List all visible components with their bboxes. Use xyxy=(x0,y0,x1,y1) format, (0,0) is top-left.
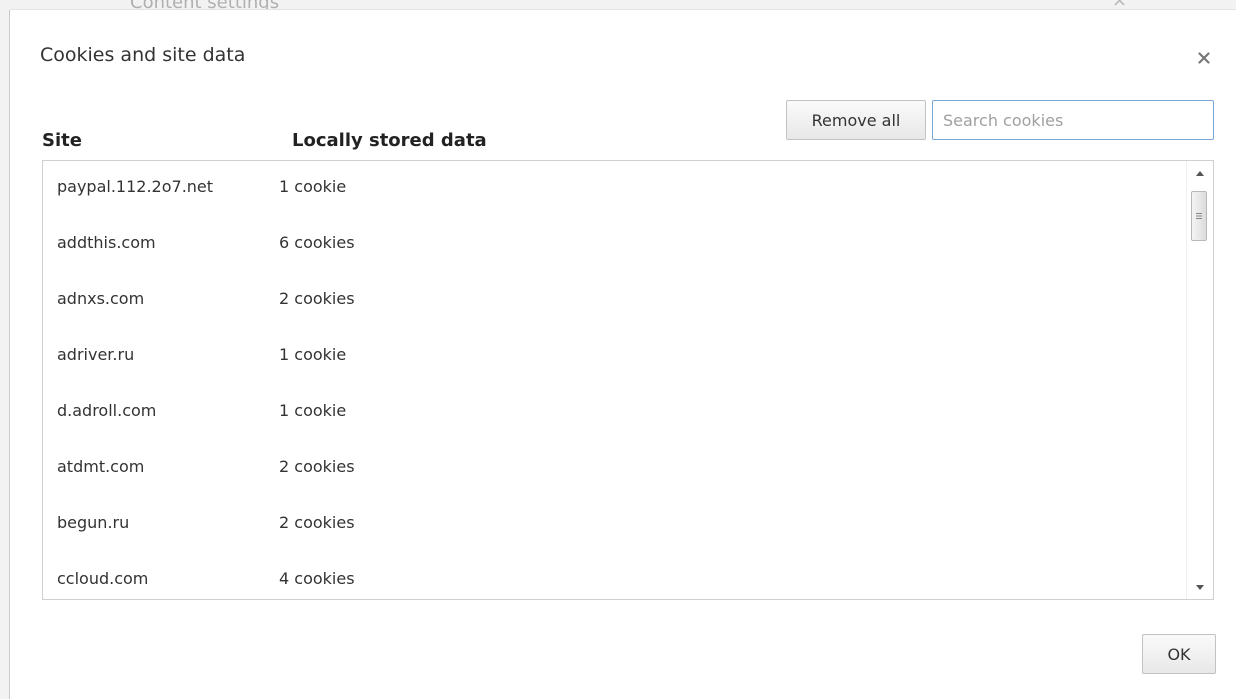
site-cell: atdmt.com xyxy=(57,457,145,476)
site-cell: begun.ru xyxy=(57,513,130,532)
cookie-list[interactable]: paypal.112.2o7.net 1 cookie addthis.com … xyxy=(42,160,1214,600)
stored-data-cell: 1 cookie xyxy=(279,177,347,196)
close-icon-glyph xyxy=(1198,52,1210,64)
cookie-row[interactable]: ccloud.com 4 cookies xyxy=(43,553,1183,599)
cookie-row[interactable]: paypal.112.2o7.net 1 cookie xyxy=(43,161,1183,217)
cookie-row[interactable]: adnxs.com 2 cookies xyxy=(43,273,1183,329)
remove-all-button[interactable]: Remove all xyxy=(786,100,926,140)
site-cell: paypal.112.2o7.net xyxy=(57,177,214,196)
site-cell: d.adroll.com xyxy=(57,401,157,420)
stored-data-cell: 1 cookie xyxy=(279,345,347,364)
cookie-row[interactable]: d.adroll.com 1 cookie xyxy=(43,385,1183,441)
cookie-row[interactable]: atdmt.com 2 cookies xyxy=(43,441,1183,497)
column-header-site: Site xyxy=(42,130,82,151)
site-cell: ccloud.com xyxy=(57,569,149,588)
triangle-up-icon xyxy=(1196,170,1204,176)
column-header-locally-stored-data: Locally stored data xyxy=(292,130,487,151)
scroll-up-arrow-icon[interactable] xyxy=(1187,163,1213,183)
stored-data-cell: 2 cookies xyxy=(279,457,355,476)
vertical-scrollbar[interactable] xyxy=(1186,161,1213,599)
scrollbar-thumb[interactable] xyxy=(1191,191,1207,241)
triangle-down-icon xyxy=(1196,584,1204,590)
stored-data-cell: 2 cookies xyxy=(279,513,355,532)
stored-data-cell: 1 cookie xyxy=(279,401,347,420)
stored-data-cell: 6 cookies xyxy=(279,233,355,252)
stored-data-cell: 4 cookies xyxy=(279,569,355,588)
site-cell: adriver.ru xyxy=(57,345,135,364)
stored-data-cell: 2 cookies xyxy=(279,289,355,308)
site-cell: addthis.com xyxy=(57,233,156,252)
cookie-row[interactable]: begun.ru 2 cookies xyxy=(43,497,1183,553)
search-cookies-input[interactable] xyxy=(932,100,1214,140)
scroll-down-arrow-icon[interactable] xyxy=(1187,577,1213,597)
cookie-row[interactable]: addthis.com 6 cookies xyxy=(43,217,1183,273)
ok-button[interactable]: OK xyxy=(1142,634,1216,674)
site-cell: adnxs.com xyxy=(57,289,145,308)
cookie-row[interactable]: adriver.ru 1 cookie xyxy=(43,329,1183,385)
dialog-title: Cookies and site data xyxy=(40,44,246,66)
close-icon[interactable] xyxy=(1190,44,1218,72)
grip-icon xyxy=(1196,213,1202,219)
cookies-dialog: Cookies and site data Site Locally store… xyxy=(10,10,1236,699)
